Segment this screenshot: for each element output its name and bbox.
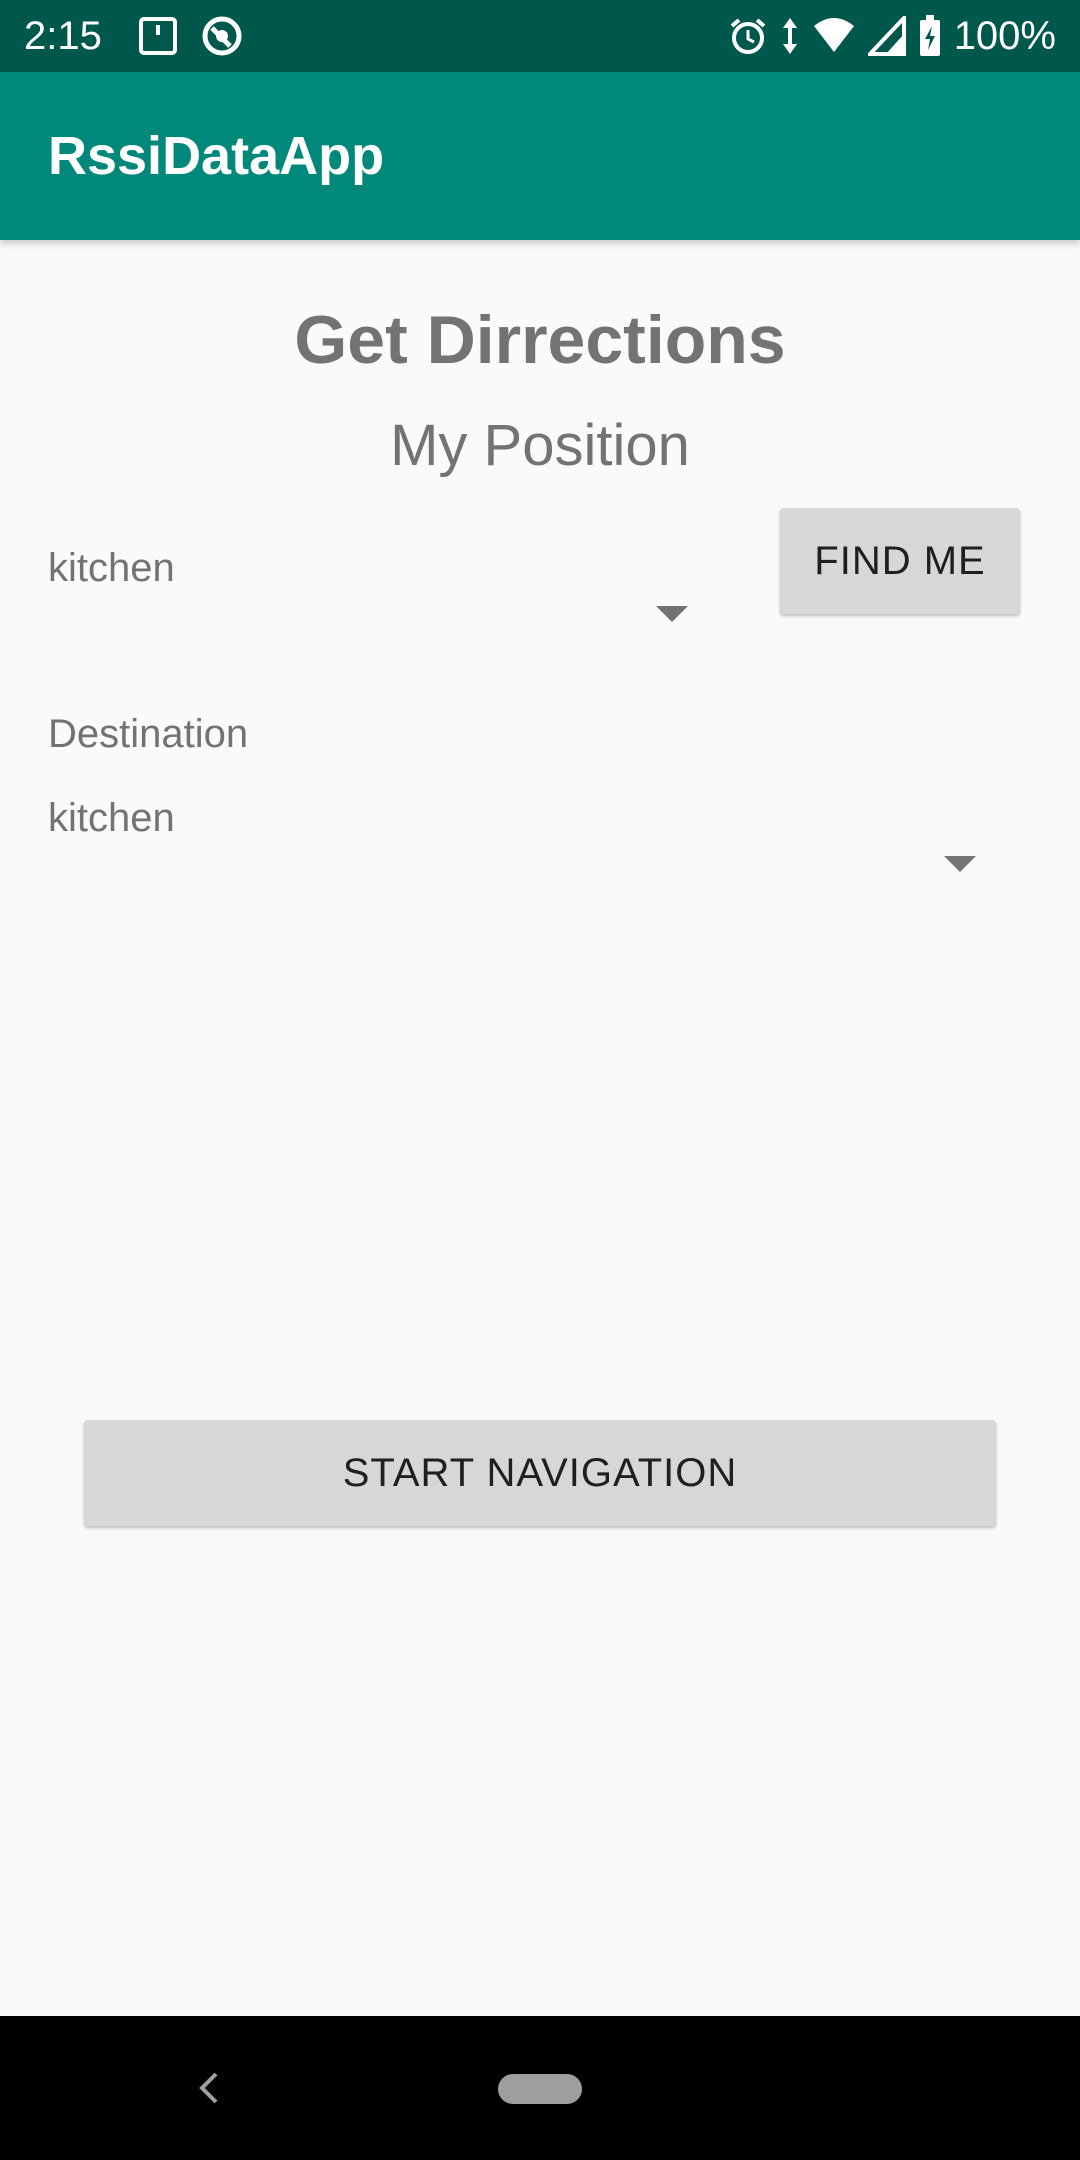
dropdown-arrow-icon [656,606,688,622]
main-content: Get Dirrections My Position kitchen FIND… [0,240,1080,2016]
app-bar: RssiDataApp [0,72,1080,240]
app-title: RssiDataApp [48,126,385,186]
data-arrows-icon [782,18,797,54]
dropdown-arrow-icon [944,856,976,872]
back-icon[interactable] [190,2068,230,2108]
sync-icon [202,16,242,56]
status-right-icons: 100% [728,10,1056,62]
notification-icon [139,17,177,55]
destination-label: Destination [48,712,249,756]
wifi-icon [813,18,854,52]
destination-spinner-value: kitchen [48,796,175,840]
signal-icon [867,16,906,56]
position-spinner-value: kitchen [48,546,175,590]
home-pill-icon[interactable] [498,2074,582,2104]
alarm-icon [730,18,765,54]
page-heading: Get Dirrections [294,302,786,378]
start-navigation-button[interactable]: START NAVIGATION [84,1420,996,1526]
position-subheading: My Position [390,413,690,478]
status-bar: 2:15 100% [0,0,1080,72]
position-spinner[interactable]: kitchen [48,544,698,634]
find-me-button[interactable]: FIND ME [780,508,1020,614]
system-nav-bar [0,2016,1080,2160]
status-time: 2:15 [24,14,102,58]
destination-spinner[interactable]: kitchen [48,794,988,884]
status-left-icons [138,14,244,58]
battery-percent: 100% [953,14,1056,58]
battery-charging-icon [919,15,940,56]
